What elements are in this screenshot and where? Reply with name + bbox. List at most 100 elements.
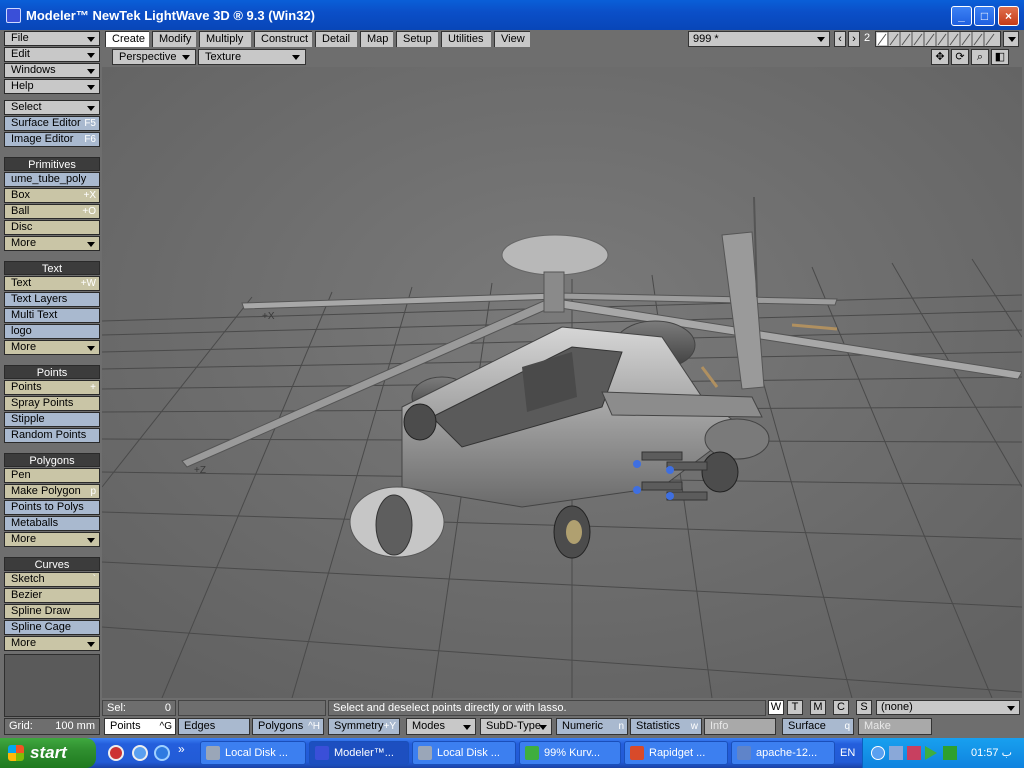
start-button[interactable]: start (0, 738, 96, 768)
tool-disc[interactable]: Disc (4, 220, 100, 235)
zoom-view-icon[interactable]: ⌕ (971, 49, 989, 65)
tool-ume-tube-poly[interactable]: ume_tube_poly (4, 172, 100, 187)
layer-menu-button[interactable] (1003, 31, 1019, 47)
polygons-more[interactable]: More (4, 532, 100, 547)
curves-more[interactable]: More (4, 636, 100, 651)
help-menu[interactable]: Help (4, 79, 100, 94)
wtmcs-t[interactable]: T (787, 700, 803, 715)
tab-multiply[interactable]: Multiply (199, 31, 251, 47)
tool-make-polygon[interactable]: Make Polygon p (4, 484, 100, 499)
rotate-view-icon[interactable]: ⟳ (951, 49, 969, 65)
taskbar-task[interactable]: Rapidget ... (624, 741, 728, 765)
tool-multi-text[interactable]: Multi Text (4, 308, 100, 323)
tab-view[interactable]: View (494, 31, 530, 47)
quicklaunch-app-icon[interactable] (108, 745, 124, 761)
play-arrow-icon (525, 746, 539, 760)
chevron-down-icon (87, 642, 95, 647)
taskbar-task[interactable]: Modeler™... (309, 741, 409, 765)
layer-next-button[interactable]: › (848, 31, 860, 47)
tool-spray-points[interactable]: Spray Points (4, 396, 100, 411)
lightwave-icon (315, 746, 329, 760)
tab-setup[interactable]: Setup (396, 31, 438, 47)
tool-pen[interactable]: Pen (4, 468, 100, 483)
wtmcs-m[interactable]: M (810, 700, 826, 715)
quicklaunch-app2-icon[interactable] (132, 745, 148, 761)
drive-icon (206, 746, 220, 760)
polygons-mode-button[interactable]: Polygons ^H (252, 718, 324, 735)
surface-button[interactable]: Surface q (782, 718, 854, 735)
taskbar-task[interactable]: Local Disk ... (200, 741, 306, 765)
tool-stipple[interactable]: Stipple (4, 412, 100, 427)
layer-buttons[interactable] (875, 31, 1001, 47)
taskbar-task[interactable]: Local Disk ... (412, 741, 516, 765)
perspective-viewport[interactable]: +X +Z (102, 67, 1022, 698)
tray-network-icon[interactable] (889, 746, 903, 760)
chevron-down-icon (87, 242, 95, 247)
chevron-down-icon (87, 346, 95, 351)
render-mode-dropdown[interactable]: Texture (198, 49, 306, 65)
tool-text[interactable]: Text +W (4, 276, 100, 291)
points-mode-button[interactable]: Points ^G (104, 718, 176, 735)
tab-map[interactable]: Map (360, 31, 393, 47)
primitives-more[interactable]: More (4, 236, 100, 251)
taskbar-task[interactable]: apache-12... (731, 741, 835, 765)
tool-random-points[interactable]: Random Points (4, 428, 100, 443)
windows-logo-icon (8, 745, 24, 761)
tab-construct[interactable]: Construct (254, 31, 312, 47)
edges-mode-button[interactable]: Edges (178, 718, 250, 735)
drive-icon (418, 746, 432, 760)
internet-explorer-icon[interactable] (154, 745, 170, 761)
tray-arrows-icon[interactable] (943, 746, 957, 760)
tool-bezier[interactable]: Bezier (4, 588, 100, 603)
surface-filter-dropdown[interactable]: (none) (876, 700, 1020, 715)
edit-menu[interactable]: Edit (4, 47, 100, 62)
text-more[interactable]: More (4, 340, 100, 355)
tool-box[interactable]: Box +X (4, 188, 100, 203)
tool-metaballs[interactable]: Metaballs (4, 516, 100, 531)
close-button[interactable]: × (998, 6, 1019, 26)
tab-modify[interactable]: Modify (152, 31, 196, 47)
layer-prev-button[interactable]: ‹ (834, 31, 846, 47)
tray-back-icon[interactable] (871, 746, 885, 760)
make-button[interactable]: Make (858, 718, 932, 735)
minimize-button[interactable]: _ (951, 6, 972, 26)
tool-spline-draw[interactable]: Spline Draw (4, 604, 100, 619)
tab-detail[interactable]: Detail (315, 31, 357, 47)
tool-ball[interactable]: Ball +O (4, 204, 100, 219)
tab-create[interactable]: Create (105, 31, 149, 47)
image-editor-button[interactable]: Image Editor F6 (4, 132, 100, 147)
tool-sketch[interactable]: Sketch ` (4, 572, 100, 587)
tool-spline-cage[interactable]: Spline Cage (4, 620, 100, 635)
symmetry-button[interactable]: Symmetry +Y (328, 718, 400, 735)
file-menu[interactable]: File (4, 31, 100, 46)
axis-z-label: +Z (194, 465, 206, 476)
subd-type-dropdown[interactable]: SubD-Type (480, 718, 552, 735)
surface-editor-button[interactable]: Surface Editor F5 (4, 116, 100, 131)
wtmcs-s[interactable]: S (856, 700, 872, 715)
tool-points[interactable]: Points + (4, 380, 100, 395)
modes-dropdown[interactable]: Modes (406, 718, 476, 735)
tool-text-layers[interactable]: Text Layers (4, 292, 100, 307)
language-indicator[interactable]: EN (840, 747, 855, 759)
wtmcs-w[interactable]: W (768, 700, 784, 715)
view-type-dropdown[interactable]: Perspective (112, 49, 196, 65)
quicklaunch-expand-icon[interactable]: » (178, 742, 185, 756)
taskbar-task[interactable]: 99% Kurv... (519, 741, 621, 765)
tool-logo[interactable]: logo (4, 324, 100, 339)
tray-app-icon[interactable] (907, 746, 921, 760)
tray-play-icon[interactable] (925, 746, 937, 760)
chevron-down-icon (182, 55, 190, 60)
info-button[interactable]: Info (704, 718, 776, 735)
windows-menu[interactable]: Windows (4, 63, 100, 78)
maximize-viewport-icon[interactable]: ◧ (991, 49, 1009, 65)
select-menu[interactable]: Select (4, 100, 100, 115)
tool-points-to-polys[interactable]: Points to Polys (4, 500, 100, 515)
numeric-button[interactable]: Numeric n (556, 718, 628, 735)
layer-select-dropdown[interactable]: 999 * (688, 31, 830, 47)
statistics-button[interactable]: Statistics w (630, 718, 702, 735)
maximize-button[interactable]: □ (974, 6, 995, 26)
move-view-icon[interactable]: ✥ (931, 49, 949, 65)
wtmcs-c[interactable]: C (833, 700, 849, 715)
tab-utilities[interactable]: Utilities (441, 31, 491, 47)
window-title: Modeler™ NewTek LightWave 3D ® 9.3 (Win3… (26, 7, 316, 23)
